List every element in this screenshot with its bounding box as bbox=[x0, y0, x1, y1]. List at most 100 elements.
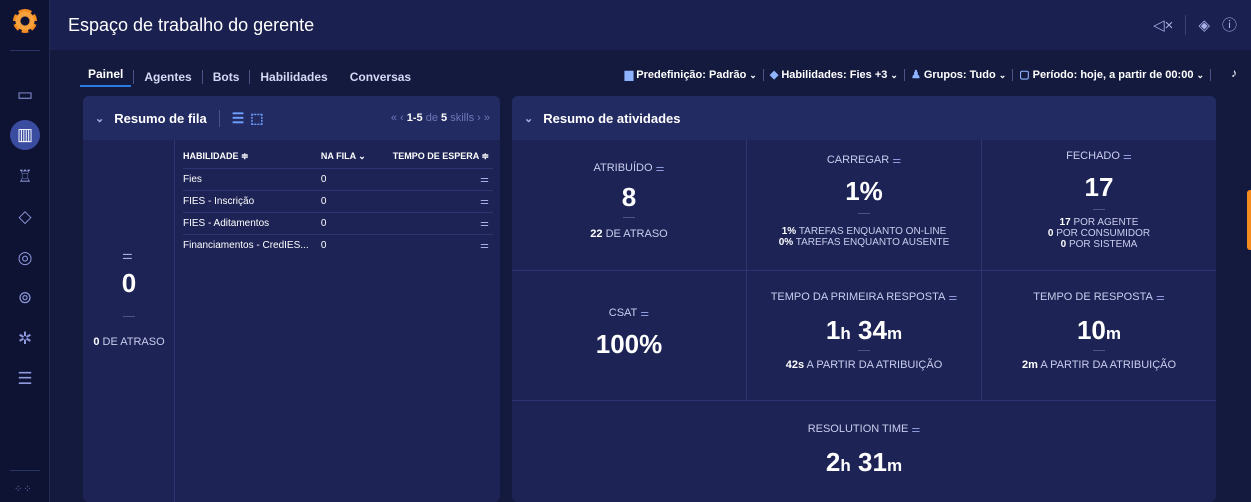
assigned-card: ATRIBUÍDO ⚌ 8 22 DE ATRASO bbox=[512, 140, 747, 271]
load-online: 1% TAREFAS ENQUANTO ON-LINE bbox=[747, 226, 981, 237]
divider-dash bbox=[623, 217, 635, 218]
tune-icon[interactable]: ⚌ bbox=[382, 211, 493, 234]
queue-cell: 0 bbox=[320, 211, 383, 234]
side-drawer-handle[interactable] bbox=[1247, 190, 1251, 250]
period-filter-label: Período: hoje, a partir de 00:00 bbox=[1032, 69, 1194, 81]
col-skill[interactable]: HABILIDADE ≑ bbox=[183, 146, 321, 168]
list-view-icon[interactable]: ☰ bbox=[232, 110, 245, 127]
closed-label-text: FECHADO bbox=[1066, 150, 1120, 162]
load-online-num: 1% bbox=[781, 226, 797, 237]
first-page-icon[interactable]: « bbox=[391, 112, 397, 124]
response-time-minutes-unit: m bbox=[1105, 324, 1122, 343]
resolution-minutes-unit: m bbox=[886, 456, 903, 475]
queue-backlog-label: DE ATRASO bbox=[102, 336, 165, 348]
assigned-label: ATRIBUÍDO ⚌ bbox=[512, 162, 746, 174]
response-time-sub-num: 2m bbox=[1021, 359, 1038, 371]
tune-icon[interactable]: ⚌ bbox=[656, 163, 665, 174]
table-row: FIES - Aditamentos 0 ⚌ bbox=[183, 211, 493, 234]
filter-bar: ▆ Predefinição: Padrão ⌄ ◆ Habilidades: Fie… bbox=[625, 68, 1211, 81]
conversations-icon[interactable]: ▭ bbox=[10, 80, 40, 110]
activity-summary-title: Resumo de atividades bbox=[543, 110, 681, 126]
col-wait[interactable]: TEMPO DE ESPERA ≑ bbox=[383, 146, 493, 168]
filter-divider bbox=[762, 68, 764, 81]
bot-icon[interactable]: ♖ bbox=[10, 162, 40, 192]
settings-gear-icon[interactable]: ✲ bbox=[10, 324, 40, 354]
top-divider bbox=[1185, 14, 1187, 35]
skill-cell: Fies bbox=[183, 167, 321, 190]
queue-summary-panel: ⌄ Resumo de fila ☰ ⬚ « ‹ 1-5 de 5 skills… bbox=[83, 96, 500, 502]
period-filter[interactable]: ▢ Período: hoje, a partir de 00:00 ⌄ bbox=[1019, 68, 1204, 81]
pager-total: 5 bbox=[441, 112, 448, 124]
first-response-sub-num: 42s bbox=[785, 359, 805, 371]
tune-icon[interactable]: ⚌ bbox=[892, 155, 901, 166]
rail-divider-bottom bbox=[10, 470, 40, 471]
tune-icon[interactable]: ⚌ bbox=[1156, 292, 1165, 303]
tune-icon[interactable]: ⚌ bbox=[948, 292, 957, 303]
skills-filter-label: Habilidades: Fies +3 bbox=[781, 69, 888, 81]
groups-filter[interactable]: ♟ Grupos: Tudo ⌄ bbox=[911, 68, 1006, 81]
tune-icon[interactable]: ⚌ bbox=[382, 167, 493, 190]
tune-icon[interactable]: ⚌ bbox=[640, 308, 649, 319]
tune-icon[interactable]: ⚌ bbox=[911, 424, 920, 435]
sliders-icon[interactable]: ☰ bbox=[10, 364, 40, 394]
last-page-icon[interactable]: » bbox=[484, 112, 490, 124]
tab-agentes[interactable]: Agentes bbox=[136, 69, 199, 85]
user-circle-icon[interactable]: ◎ bbox=[10, 243, 40, 273]
tab-habilidades[interactable]: Habilidades bbox=[252, 69, 335, 85]
response-time-label-text: TEMPO DE RESPOSTA bbox=[1033, 291, 1153, 303]
tag-icon[interactable]: ◇ bbox=[10, 202, 40, 232]
tune-icon[interactable]: ⚌ bbox=[122, 248, 133, 262]
tune-icon[interactable]: ⚌ bbox=[382, 233, 493, 256]
queue-summary-title: Resumo de fila bbox=[114, 110, 207, 126]
chart-view-icon[interactable]: ⬚ bbox=[250, 110, 263, 127]
pager: « ‹ 1-5 de 5 skills › » bbox=[391, 112, 490, 124]
table-row: FIES - Inscrição 0 ⚌ bbox=[183, 189, 493, 212]
preset-filter[interactable]: ▆ Predefinição: Padrão ⌄ bbox=[625, 68, 757, 81]
tab-conversas[interactable]: Conversas bbox=[342, 69, 419, 85]
first-response-label-text: TEMPO DA PRIMEIRA RESPOSTA bbox=[770, 291, 946, 303]
skills-filter[interactable]: ◆ Habilidades: Fies +3 ⌄ bbox=[770, 68, 898, 81]
prev-page-icon[interactable]: ‹ bbox=[400, 112, 404, 124]
load-label: CARREGAR ⚌ bbox=[747, 154, 981, 166]
tune-icon[interactable]: ⚌ bbox=[382, 189, 493, 212]
left-rail: ▭ ▥ ♖ ◇ ◎ ⊚ ✲ ☰ ⁘⁘ bbox=[0, 0, 50, 502]
top-bar: Espaço de trabalho do gerente ◁× ◈ ⓘ bbox=[50, 0, 1251, 50]
first-response-hours: 1 bbox=[825, 315, 841, 345]
collapse-chevron-icon[interactable]: ⌄ bbox=[524, 112, 533, 125]
load-away: 0% TAREFAS ENQUANTO AUSENTE bbox=[747, 237, 981, 248]
divider-dash bbox=[1093, 350, 1105, 351]
skill-cell: FIES - Inscrição bbox=[183, 189, 321, 212]
tune-icon[interactable]: ⚌ bbox=[1123, 151, 1132, 162]
rail-divider bbox=[10, 50, 40, 51]
collapse-chevron-icon[interactable]: ⌄ bbox=[95, 112, 104, 125]
resolution-hours-unit: h bbox=[840, 456, 851, 475]
main-tabs: Painel Agentes Bots Habilidades Conversa… bbox=[80, 66, 419, 87]
assigned-label-text: ATRIBUÍDO bbox=[593, 162, 653, 174]
load-away-label: TAREFAS ENQUANTO AUSENTE bbox=[795, 237, 950, 248]
activity-summary-header: ⌄ Resumo de atividades bbox=[512, 96, 1216, 140]
filter-divider bbox=[1012, 68, 1014, 81]
queue-cell: 0 bbox=[320, 167, 383, 190]
help-icon[interactable]: ⓘ bbox=[1222, 14, 1237, 35]
closed-value: 17 bbox=[1084, 172, 1114, 202]
chevron-down-icon: ⌄ bbox=[890, 70, 898, 80]
folder-icon: ▆ bbox=[624, 69, 634, 81]
col-queue[interactable]: NA FILA ⌄ bbox=[321, 146, 383, 168]
automation-icon[interactable]: ⊚ bbox=[10, 283, 40, 313]
closed-by-consumer: 0 POR CONSUMIDOR bbox=[982, 228, 1216, 239]
layers-icon[interactable]: ◈ bbox=[1198, 16, 1210, 34]
tab-bots[interactable]: Bots bbox=[205, 69, 248, 85]
skill-cell: FIES - Aditamentos bbox=[183, 211, 321, 234]
resolution-hours: 2 bbox=[825, 447, 841, 477]
load-away-num: 0% bbox=[778, 237, 794, 248]
queue-backlog: 0 DE ATRASO bbox=[83, 336, 175, 348]
dashboard-chart-icon[interactable]: ▥ bbox=[10, 120, 40, 150]
bell-icon[interactable]: ♪ bbox=[1231, 66, 1237, 80]
load-card: CARREGAR ⚌ 1% 1% TAREFAS ENQUANTO ON-LINE… bbox=[747, 140, 982, 271]
tab-painel[interactable]: Painel bbox=[80, 66, 132, 87]
next-page-icon[interactable]: › bbox=[477, 112, 481, 124]
mute-sound-icon[interactable]: ◁× bbox=[1153, 16, 1173, 34]
apps-grid-icon[interactable]: ⁘⁘ bbox=[14, 484, 33, 495]
csat-label: CSAT ⚌ bbox=[512, 307, 746, 319]
chevron-down-icon: ⌄ bbox=[749, 70, 757, 80]
